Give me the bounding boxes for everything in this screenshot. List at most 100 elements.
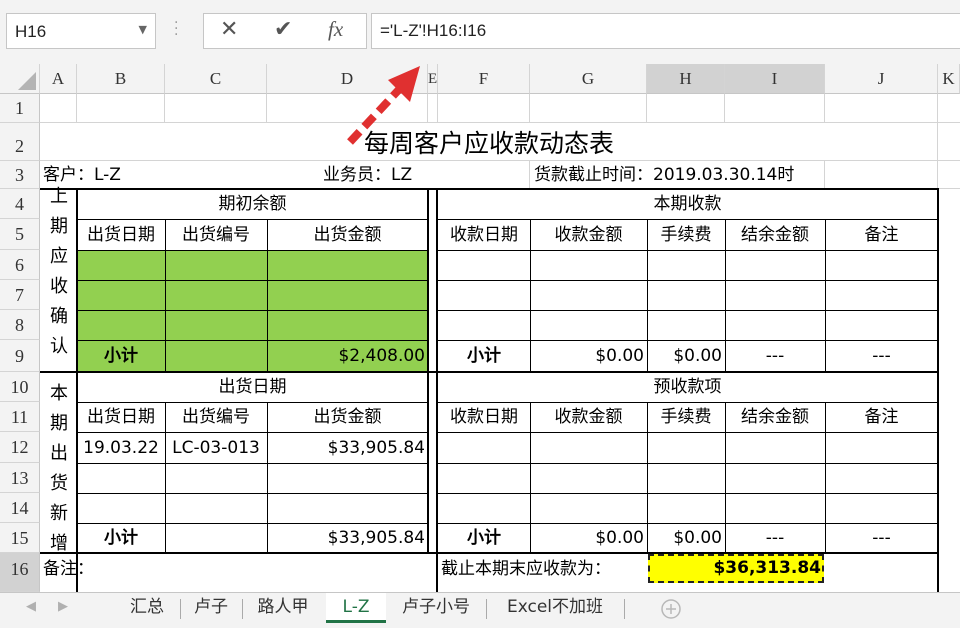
current-receipts-header: 本期收款 (653, 194, 722, 214)
tab-lurenjia[interactable]: 路人甲 (244, 593, 322, 623)
more-options-icon[interactable]: · · · (174, 16, 180, 42)
column-header-c[interactable]: C (165, 64, 267, 94)
shipment-subtotal-label: 小计 (104, 528, 138, 548)
tab-separator (486, 599, 487, 619)
row-header-10[interactable]: 10 (0, 372, 40, 402)
add-sheet-icon[interactable] (660, 598, 682, 620)
shipment-no[interactable]: LC-03-013 (165, 433, 267, 463)
tab-separator (242, 599, 243, 619)
col-balance: 结余金额 (741, 225, 809, 245)
row-header-2[interactable]: 2 (0, 123, 40, 161)
advance-subtotal-note[interactable]: --- (825, 524, 938, 553)
tab-excel-no-overtime[interactable]: Excel不加班 (488, 593, 622, 623)
advance-subtotal-balance[interactable]: --- (725, 524, 825, 553)
column-header-k[interactable]: K (938, 64, 960, 94)
annotation-arrow-icon (347, 66, 420, 145)
gridline (938, 188, 960, 189)
column-header-b[interactable]: B (77, 64, 165, 94)
row-header-1[interactable]: 1 (0, 94, 40, 123)
column-header-f[interactable]: F (438, 64, 530, 94)
formula-input[interactable]: ='L-Z'!H16:I16 (371, 13, 960, 49)
row-header-13[interactable]: 13 (0, 463, 40, 493)
col-ship-date: 出货日期 (87, 407, 155, 427)
cutoff-label: 货款截止时间：2019.03.30.14时 (534, 165, 795, 185)
tab-summary[interactable]: 汇总 (116, 593, 178, 623)
advance-subtotal-fee[interactable]: $0.00 (647, 524, 725, 553)
column-header-a[interactable]: A (40, 64, 77, 94)
col-ship-no: 出货编号 (182, 225, 250, 245)
column-header-i[interactable]: I (725, 64, 825, 94)
row-header-16[interactable]: 16 (0, 553, 40, 592)
col-ship-no: 出货编号 (182, 407, 250, 427)
sheet-tab-bar: ◀ ▶ 汇总 卢子 路人甲 L-Z 卢子小号 Excel不加班 (0, 592, 960, 628)
col-note: 备注 (864, 225, 899, 245)
name-box-value: H16 (15, 22, 47, 41)
chevron-down-icon[interactable]: ▼ (139, 23, 147, 36)
row-header-6[interactable]: 6 (0, 250, 40, 280)
table-line (438, 310, 938, 311)
col-recv-amount: 收款金额 (554, 225, 623, 245)
row-header-4[interactable]: 4 (0, 189, 40, 219)
closing-label: 截止本期末应收款为： (441, 559, 611, 579)
spreadsheet-grid[interactable]: A B C D E F G H I J K 1 2 3 4 5 6 7 8 9 … (0, 64, 960, 592)
advance-subtotal-amount[interactable]: $0.00 (530, 524, 647, 553)
receipts-subtotal-balance[interactable]: --- (725, 341, 825, 372)
shipment-amount[interactable]: $33,905.84 (267, 433, 428, 463)
table-line (438, 280, 938, 281)
row-header-5[interactable]: 5 (0, 219, 40, 250)
row-header-15[interactable]: 15 (0, 523, 40, 553)
opening-subtotal-value[interactable]: $2,408.00 (267, 341, 428, 372)
tab-luzi-alt[interactable]: 卢子小号 (388, 593, 484, 623)
receipts-subtotal-fee[interactable]: $0.00 (647, 341, 725, 372)
gridline (529, 94, 530, 123)
table-line (77, 310, 428, 311)
table-line (438, 463, 938, 464)
gridline (529, 161, 530, 189)
tab-luzi[interactable]: 卢子 (182, 593, 240, 623)
row-header-12[interactable]: 12 (0, 432, 40, 463)
cancel-icon[interactable]: ✕ (220, 17, 238, 42)
table-line (77, 493, 428, 494)
side-label-prev-balance: 上期应收确认余额 (50, 186, 68, 357)
table-line (438, 432, 938, 433)
shipment-date[interactable]: 19.03.22 (77, 433, 165, 463)
formula-bar: H16 ▼ · · · ✕ ✔ fx ='L-Z'!H16:I16 (0, 0, 960, 64)
column-header-g[interactable]: G (530, 64, 647, 94)
gridline (646, 94, 647, 123)
table-line (77, 250, 428, 251)
tab-separator (624, 599, 625, 619)
table-line (77, 463, 428, 464)
receipts-subtotal-note[interactable]: --- (825, 341, 938, 372)
opening-subtotal-label: 小计 (104, 346, 138, 366)
table-line (438, 250, 938, 251)
enter-icon[interactable]: ✔ (274, 17, 292, 42)
shipment-subtotal-value[interactable]: $33,905.84 (267, 524, 428, 553)
gridline (76, 94, 77, 123)
column-header-j[interactable]: J (825, 64, 938, 94)
gridline (40, 122, 960, 123)
row-header-3[interactable]: 3 (0, 161, 40, 189)
table-line (77, 280, 428, 281)
scroll-right-icon[interactable]: ▶ (58, 599, 68, 614)
tab-l-z[interactable]: L-Z (326, 593, 386, 623)
insert-function-icon[interactable]: fx (328, 17, 343, 42)
col-balance: 结余金额 (741, 407, 809, 427)
scroll-left-icon[interactable]: ◀ (26, 599, 36, 614)
col-fee: 手续费 (660, 407, 712, 427)
notes-label: 备注： (43, 559, 94, 579)
receipts-subtotal-amount[interactable]: $0.00 (530, 341, 647, 372)
gridline (724, 94, 725, 123)
page-title: 每周客户应收款动态表 (363, 129, 614, 158)
row-header-7[interactable]: 7 (0, 280, 40, 310)
closing-value[interactable]: $36,313.84 (648, 554, 824, 583)
row-header-8[interactable]: 8 (0, 310, 40, 340)
row-header-14[interactable]: 14 (0, 493, 40, 523)
row-header-9[interactable]: 9 (0, 340, 40, 372)
advance-subtotal-label: 小计 (467, 528, 501, 548)
row-header-11[interactable]: 11 (0, 402, 40, 432)
name-box[interactable]: H16 ▼ (6, 13, 156, 49)
column-header-h[interactable]: H (647, 64, 725, 94)
gridline (266, 94, 267, 123)
formula-text: ='L-Z'!H16:I16 (380, 21, 487, 40)
select-all-corner[interactable] (0, 64, 40, 94)
